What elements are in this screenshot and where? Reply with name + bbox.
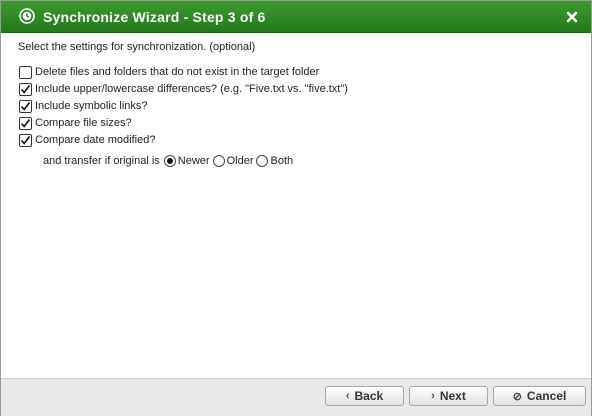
transfer-prefix-label: and transfer if original is — [43, 155, 160, 167]
checkmark-icon — [20, 84, 31, 94]
chevron-left-icon: ‹ — [345, 390, 350, 402]
checkbox-case-differences[interactable] — [19, 82, 32, 96]
close-icon[interactable] — [566, 10, 578, 23]
synchronize-wizard-dialog: Synchronize Wizard - Step 3 of 6 Select … — [0, 0, 592, 416]
radio-newer[interactable] — [163, 155, 176, 167]
radio-older[interactable] — [212, 155, 225, 167]
checkmark-icon — [20, 101, 31, 111]
option-case-differences[interactable]: Include upper/lowercase differences? (e.… — [19, 82, 348, 96]
option-label: Delete files and folders that do not exi… — [35, 66, 320, 78]
option-label: Compare date modified? — [35, 134, 156, 146]
option-label: Include upper/lowercase differences? (e.… — [35, 83, 348, 95]
cancel-button-label: Cancel — [526, 389, 567, 403]
dialog-title: Synchronize Wizard - Step 3 of 6 — [43, 9, 266, 25]
back-button-label: Back — [354, 389, 384, 403]
title-bar[interactable]: Synchronize Wizard - Step 3 of 6 — [1, 1, 591, 33]
button-bar: ‹ Back › Next ⊘ Cancel — [1, 378, 591, 416]
checkmark-icon — [20, 135, 31, 145]
option-compare-date[interactable]: Compare date modified? — [19, 133, 155, 147]
option-compare-sizes[interactable]: Compare file sizes? — [19, 116, 132, 130]
cancel-icon: ⊘ — [512, 390, 522, 403]
radio-both-label: Both — [270, 155, 294, 167]
checkbox-symbolic-links[interactable] — [19, 99, 32, 113]
option-symbolic-links[interactable]: Include symbolic links? — [19, 99, 148, 113]
next-button[interactable]: › Next — [409, 386, 488, 406]
option-label: Include symbolic links? — [35, 100, 148, 112]
checkbox-delete-nonexistent[interactable] — [19, 65, 32, 79]
sync-clock-icon — [19, 8, 35, 24]
radio-newer-label: Newer — [177, 155, 210, 167]
step-instructions: Select the settings for synchronization.… — [18, 41, 256, 53]
radio-both[interactable] — [256, 155, 269, 167]
back-button[interactable]: ‹ Back — [325, 386, 404, 406]
transfer-direction-group: and transfer if original is Newer Older … — [43, 154, 296, 168]
option-delete-nonexistent[interactable]: Delete files and folders that do not exi… — [19, 65, 319, 79]
checkbox-compare-sizes[interactable] — [19, 116, 32, 130]
option-label: Compare file sizes? — [35, 117, 132, 129]
radio-older-label: Older — [226, 155, 254, 167]
cancel-button[interactable]: ⊘ Cancel — [493, 386, 586, 406]
next-button-label: Next — [439, 389, 466, 403]
checkbox-compare-date[interactable] — [19, 133, 32, 147]
chevron-right-icon: › — [431, 390, 435, 402]
checkmark-icon — [20, 118, 31, 128]
